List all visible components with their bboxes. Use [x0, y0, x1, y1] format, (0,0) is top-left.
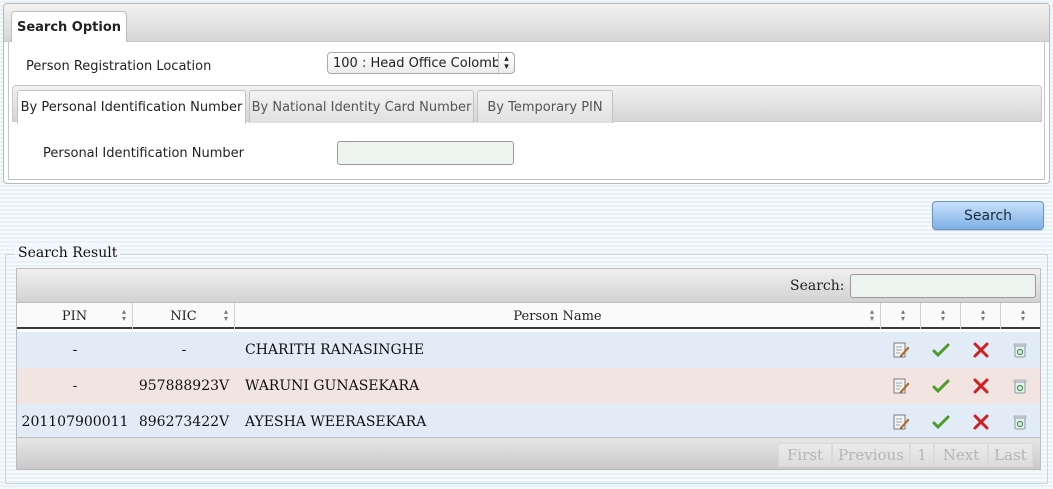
reject-x-icon[interactable] [972, 377, 990, 395]
cell-person-name: WARUNI GUNASEKARA [245, 378, 420, 394]
sort-icon: ▴ ▾ [1020, 307, 1025, 323]
filter-label: Search: [790, 278, 845, 294]
location-label: Person Registration Location [26, 59, 212, 74]
column-label-person-name: Person Name [513, 308, 602, 324]
search-option-panel: Search Option Person Registration Locati… [3, 3, 1050, 184]
tab-by-pin[interactable]: By Personal Identification Number [17, 90, 246, 124]
tab-by-temporary-pin[interactable]: By Temporary PIN [477, 90, 613, 123]
table-toolbar: Search: [17, 269, 1040, 303]
column-header-edit[interactable]: ▴ ▾ [881, 303, 921, 329]
edit-icon[interactable] [892, 377, 910, 395]
reject-x-icon[interactable] [972, 341, 990, 359]
pin-field-label: Personal Identification Number [43, 146, 244, 161]
cell-person-name: CHARITH RANASINGHE [245, 342, 425, 358]
table-header: PIN ▴ ▾ NIC ▴ ▾ Person Name ▴ ▾ ▴ ▾ ▴ ▾ ▴ ▾ ▴ ▾ [17, 303, 1040, 329]
cell-pin: 201107900011 [21, 414, 129, 430]
table-pagination: First Previous 1 Next Last [17, 437, 1040, 469]
tab-search-option[interactable]: Search Option [11, 11, 127, 43]
cell-nic: 957888923V [138, 378, 230, 394]
recycle-bin-icon[interactable] [1011, 377, 1029, 395]
search-method-tabs: By Personal Identification Number By Nat… [12, 85, 1042, 124]
pin-field[interactable] [337, 141, 514, 165]
approve-check-icon[interactable] [932, 377, 950, 395]
table-search-input[interactable] [850, 274, 1036, 298]
column-header-delete[interactable]: ▴ ▾ [1001, 303, 1040, 329]
cell-pin: - [72, 378, 78, 394]
approve-check-icon[interactable] [932, 341, 950, 359]
column-header-pin[interactable]: PIN ▴ ▾ [17, 303, 133, 329]
pagination-next[interactable]: Next [934, 443, 988, 467]
location-select-value: 100 : Head Office Colombo [333, 55, 498, 71]
search-result-legend: Search Result [15, 245, 121, 261]
column-header-reject[interactable]: ▴ ▾ [961, 303, 1001, 329]
column-label-nic: NIC [170, 308, 197, 324]
table-row: - 957888923V WARUNI GUNASEKARA [17, 368, 1040, 404]
reject-x-icon[interactable] [972, 413, 990, 431]
cell-person-name: AYESHA WEERASEKARA [245, 414, 427, 430]
tab-by-nic[interactable]: By National Identity Card Number [249, 90, 474, 123]
search-option-header: Search Option [4, 4, 1049, 43]
sort-icon: ▴ ▾ [121, 307, 126, 323]
pagination-first[interactable]: First [778, 443, 832, 467]
select-arrows-icon: ▴ ▾ [498, 53, 514, 73]
column-header-person-name[interactable]: Person Name ▴ ▾ [235, 303, 881, 329]
sort-icon: ▴ ▾ [869, 307, 874, 323]
column-header-approve[interactable]: ▴ ▾ [921, 303, 961, 329]
table-row: - - CHARITH RANASINGHE [17, 332, 1040, 368]
column-label-pin: PIN [61, 308, 88, 324]
pagination-page-1[interactable]: 1 [910, 443, 934, 467]
sort-icon: ▴ ▾ [980, 307, 985, 323]
pagination-last[interactable]: Last [988, 443, 1033, 467]
cell-nic: - [181, 342, 187, 358]
edit-icon[interactable] [892, 341, 910, 359]
table-row: 201107900011 896273422V AYESHA WEERASEKA… [17, 404, 1040, 440]
edit-icon[interactable] [892, 413, 910, 431]
cell-pin: - [72, 342, 78, 358]
pagination-previous[interactable]: Previous [832, 443, 910, 467]
approve-check-icon[interactable] [932, 413, 950, 431]
cell-nic: 896273422V [138, 414, 230, 430]
column-header-nic[interactable]: NIC ▴ ▾ [133, 303, 235, 329]
search-result-fieldset: Search Result Search: PIN ▴ ▾ NIC ▴ ▾ Pers… [5, 245, 1048, 484]
sort-icon: ▴ ▾ [940, 307, 945, 323]
sort-icon: ▴ ▾ [900, 307, 905, 323]
sort-icon: ▴ ▾ [223, 307, 228, 323]
recycle-bin-icon[interactable] [1011, 413, 1029, 431]
results-table: Search: PIN ▴ ▾ NIC ▴ ▾ Person Name ▴ ▾ ▴ ▾ … [16, 268, 1041, 470]
search-button[interactable]: Search [932, 201, 1044, 230]
search-option-body: Person Registration Location 100 : Head … [8, 42, 1045, 180]
recycle-bin-icon[interactable] [1011, 341, 1029, 359]
location-select[interactable]: 100 : Head Office Colombo ▴ ▾ [327, 52, 515, 74]
